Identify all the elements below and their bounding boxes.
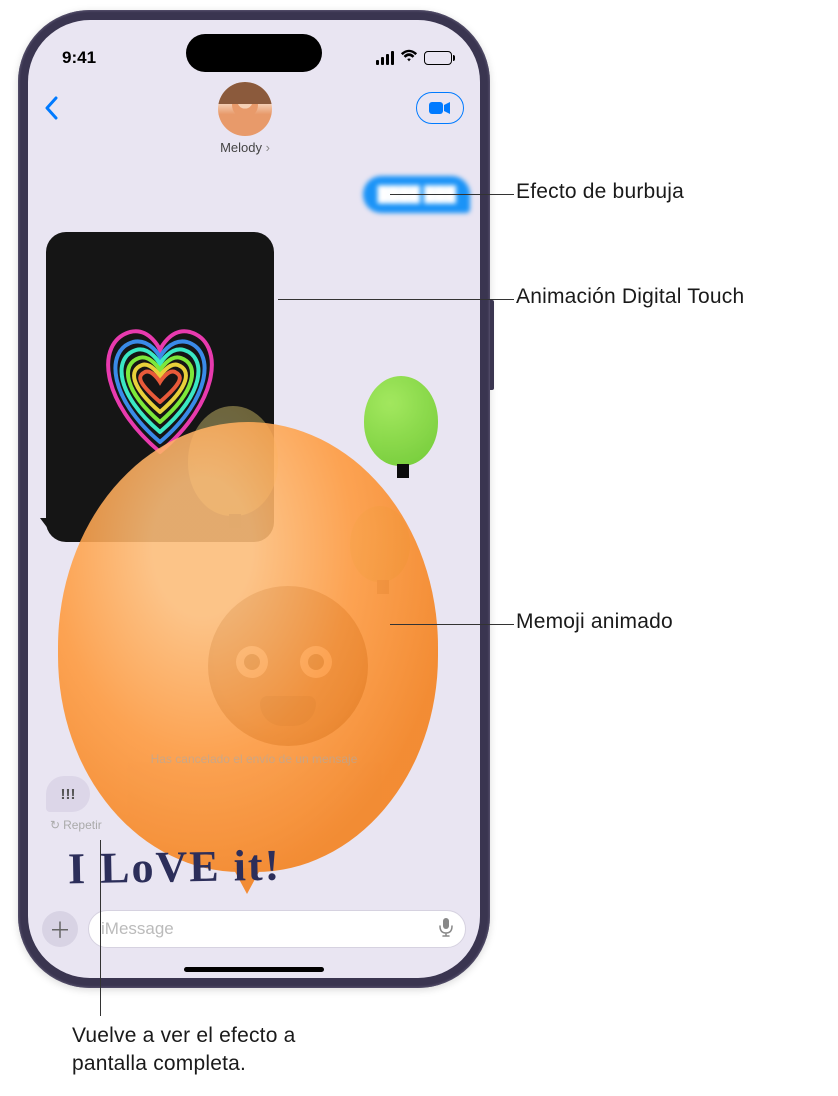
callout-line [390, 624, 514, 625]
tapback-emphasis[interactable]: !!! [46, 776, 90, 812]
back-button[interactable] [44, 86, 74, 130]
home-indicator[interactable] [184, 967, 324, 972]
mic-icon[interactable] [439, 917, 453, 942]
dynamic-island [186, 34, 322, 72]
status-icons [376, 48, 452, 68]
status-time: 9:41 [62, 48, 96, 68]
callout-line [278, 299, 514, 300]
avatar [218, 82, 272, 136]
callout-bubble-effect: Efecto de burbuja [516, 180, 684, 204]
callout-line [390, 194, 514, 195]
battery-icon [424, 51, 452, 65]
replay-icon: ↻ [50, 818, 60, 832]
side-button [490, 300, 494, 390]
plus-icon: ＋ [49, 913, 71, 945]
message-input[interactable]: iMessage [88, 910, 466, 948]
wifi-icon [400, 48, 418, 68]
balloon-decor [364, 376, 438, 466]
balloon-effect-overlay [58, 422, 438, 872]
callout-digital-touch: Animación Digital Touch [516, 285, 744, 309]
contact-name: Melody [220, 140, 270, 155]
facetime-button[interactable] [416, 92, 464, 124]
replay-effect-button[interactable]: ↻ Repetir [50, 818, 102, 832]
nav-bar: Melody [28, 78, 480, 176]
input-area: ＋ iMessage [28, 904, 480, 964]
apps-button[interactable]: ＋ [42, 911, 78, 947]
callout-line [100, 840, 101, 1016]
cellular-icon [376, 51, 394, 65]
input-placeholder: iMessage [101, 919, 174, 939]
conversation[interactable]: ████ ███ [28, 176, 480, 978]
handwritten-message[interactable]: I LoVE it! [68, 837, 451, 895]
screen: 9:41 Melody [28, 20, 480, 978]
callout-memoji: Memoji animado [516, 610, 673, 634]
unsent-status: Has cancelado el envío de un mensaje [28, 752, 480, 766]
iphone-frame: 9:41 Melody [18, 10, 490, 988]
video-icon [429, 101, 451, 115]
callout-fullscreen-replay: Vuelve a ver el efecto a pantalla comple… [72, 1022, 352, 1079]
contact-header[interactable]: Melody [218, 82, 272, 155]
